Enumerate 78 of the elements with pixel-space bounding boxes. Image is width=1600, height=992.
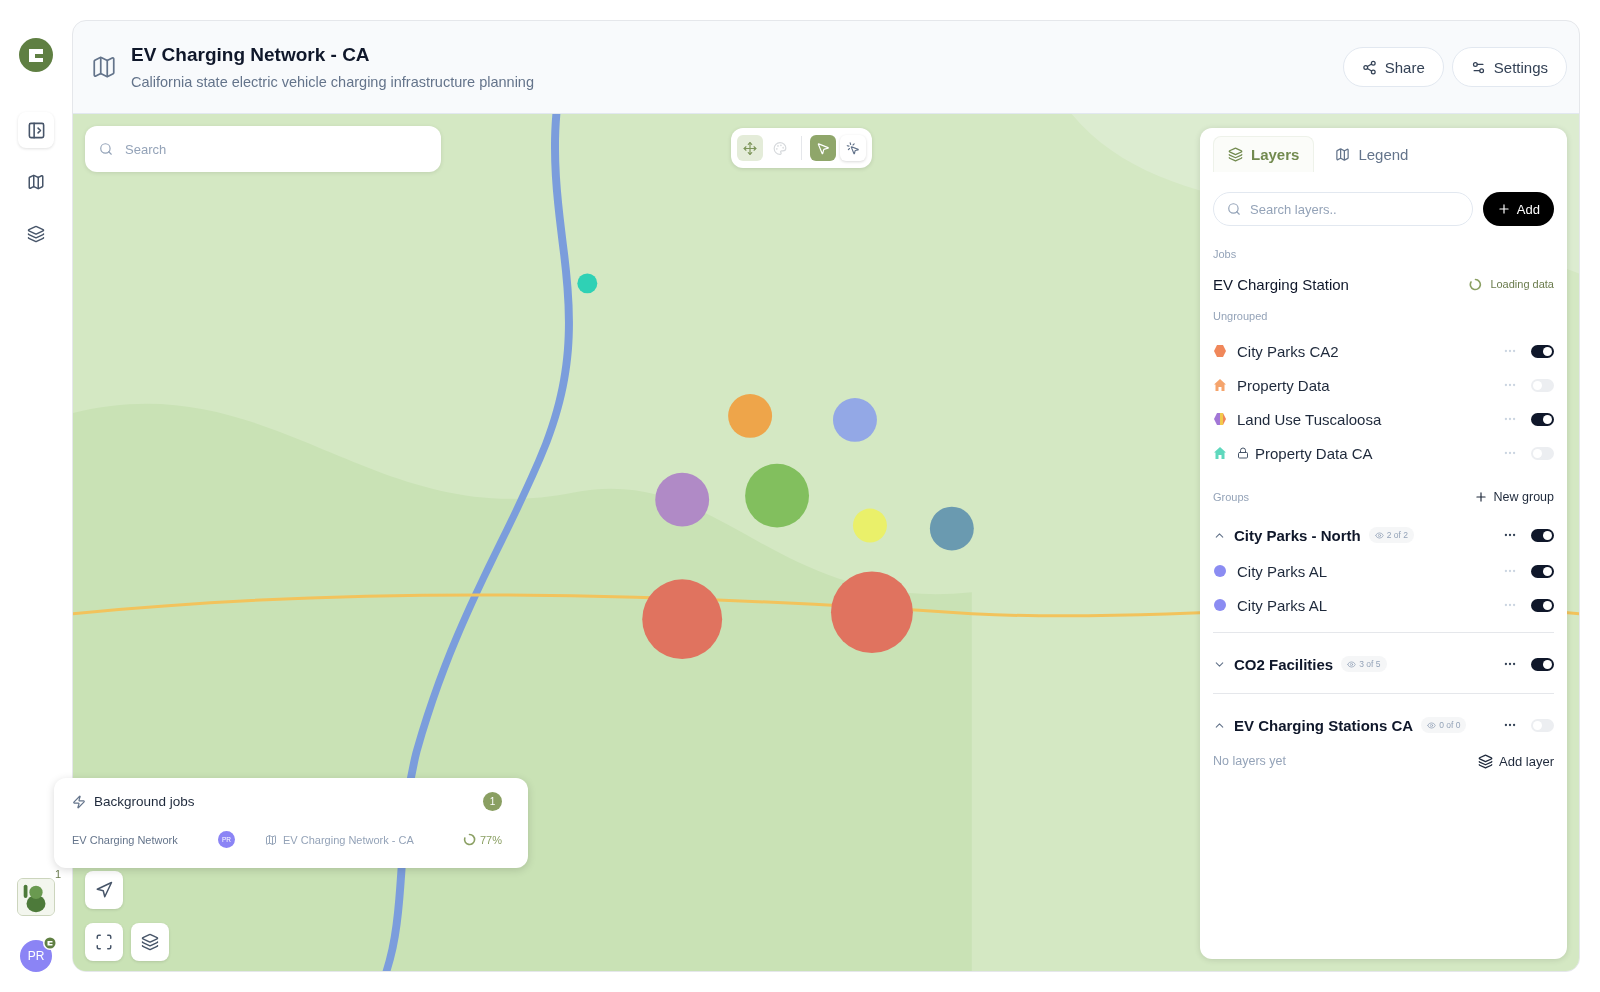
search-field[interactable]: Search <box>85 126 441 172</box>
sliders-icon <box>1470 59 1486 75</box>
palette-icon <box>773 140 787 156</box>
map-icon <box>265 833 277 846</box>
locate-button[interactable] <box>85 871 123 909</box>
search-icon <box>99 142 113 156</box>
layer-search-field[interactable]: Search layers.. <box>1213 192 1473 226</box>
section-label: Groups <box>1213 491 1250 503</box>
move-icon <box>743 140 757 156</box>
plus-icon <box>1496 202 1511 216</box>
visibility-toggle[interactable] <box>1531 564 1554 578</box>
sidebar-toggle-button[interactable] <box>18 112 54 148</box>
loading-status: Loading data <box>1490 278 1554 290</box>
share-button[interactable]: Share <box>1342 47 1444 87</box>
logo[interactable] <box>19 38 53 72</box>
job-name: EV Charging Station <box>1213 275 1349 293</box>
fit-view-button[interactable] <box>85 923 123 961</box>
group-name: EV Charging Stations CA <box>1234 716 1414 734</box>
layers-icon <box>1228 147 1243 162</box>
layer-name: City Parks CA2 <box>1237 342 1339 360</box>
map-icon <box>27 173 45 191</box>
visible-count: 0 of 0 <box>1439 720 1461 730</box>
share-icon <box>1361 59 1377 75</box>
plus-icon <box>1473 490 1488 504</box>
visibility-toggle[interactable] <box>1531 598 1554 612</box>
navigation-arrow-icon <box>95 881 113 899</box>
layer-name: City Parks AL <box>1237 562 1328 580</box>
settings-button[interactable]: Settings <box>1451 47 1567 87</box>
visibility-toggle[interactable] <box>1531 412 1554 426</box>
progress-ring-icon <box>462 833 476 846</box>
scan-frame-icon <box>95 933 113 951</box>
pointer-tool-button[interactable] <box>810 135 836 161</box>
layer-name: Land Use Tuscaloosa <box>1237 410 1382 428</box>
section-label: Jobs <box>1213 248 1237 260</box>
move-tool-button[interactable] <box>737 135 763 161</box>
logo-badge-icon <box>43 936 57 950</box>
progress-percent: 77% <box>479 833 502 846</box>
eye-icon <box>1347 659 1357 669</box>
layers-icon <box>27 225 45 243</box>
page-title: EV Charging Network - CA <box>131 44 371 66</box>
layers-icon <box>141 933 159 951</box>
layers-icon <box>1478 753 1494 769</box>
layer-name: City Parks AL <box>1237 596 1328 614</box>
layer-name: Property Data CA <box>1255 444 1373 462</box>
pointer-click-icon <box>846 140 860 156</box>
notification-count: 1 <box>54 868 61 880</box>
click-tool-button[interactable] <box>840 135 866 161</box>
visibility-toggle[interactable] <box>1531 344 1554 358</box>
loading-ring-icon <box>1469 277 1483 291</box>
group-name: CO2 Facilities <box>1234 655 1334 673</box>
eye-icon <box>1374 530 1384 540</box>
panel-tab[interactable]: Legend <box>1320 136 1424 172</box>
layers-button[interactable] <box>131 923 169 961</box>
job-name: EV Charging Network <box>72 833 179 846</box>
pointer-icon <box>816 140 830 156</box>
sidebar-panel-icon <box>26 120 46 140</box>
empty-message: No layers yet <box>1213 754 1286 768</box>
new-group-button[interactable]: New group <box>1473 490 1554 504</box>
map-icon <box>1335 147 1351 162</box>
add-button[interactable]: Add <box>1482 192 1554 226</box>
map-icon <box>91 54 117 80</box>
eye-icon <box>1427 720 1437 730</box>
count-badge: 1 <box>483 792 502 811</box>
add-layer-button[interactable]: Add layer <box>1478 753 1554 769</box>
group-name: City Parks - North <box>1234 526 1361 544</box>
visibility-toggle[interactable] <box>1531 528 1554 542</box>
panel-tab[interactable]: Layers <box>1213 136 1315 172</box>
visible-count: 3 of 5 <box>1359 659 1381 669</box>
search-icon <box>1227 202 1241 216</box>
striped-hexagon-icon <box>1213 412 1227 426</box>
page-subtitle: California state electric vehicle charging infrastructure planning <box>131 74 535 90</box>
layer-name: Property Data <box>1237 376 1330 394</box>
section-label: Ungrouped <box>1213 310 1268 322</box>
lightning-icon <box>72 794 86 809</box>
visible-count: 2 of 2 <box>1386 530 1408 540</box>
visibility-toggle[interactable] <box>1531 657 1554 671</box>
project-name: EV Charging Network - CA <box>283 833 415 846</box>
panel-title: Background jobs <box>94 794 196 809</box>
